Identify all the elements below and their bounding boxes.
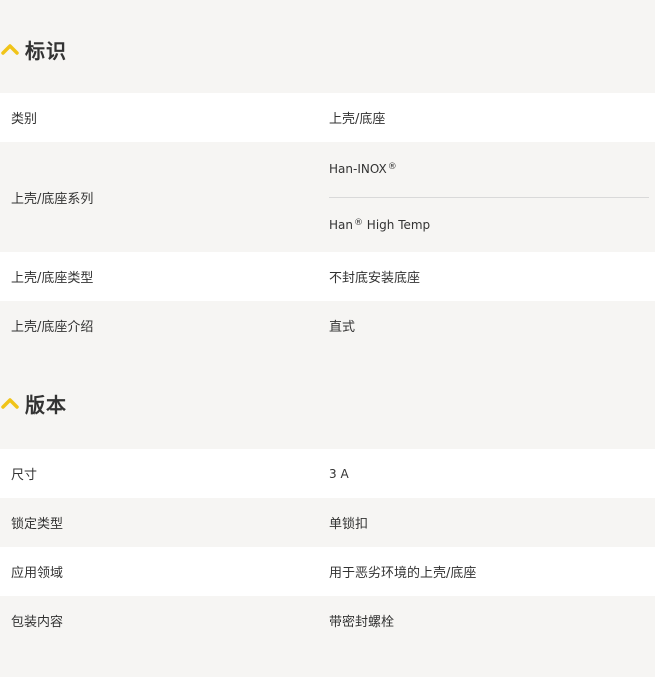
chevron-up-icon[interactable] [1, 42, 19, 56]
table-row: 应用领域 用于恶劣环境的上壳/底座 [0, 547, 655, 596]
row-value: 单锁扣 [329, 517, 369, 532]
row-label: 上壳/底座系列 [11, 191, 94, 207]
row-label: 上壳/底座介绍 [11, 320, 94, 335]
row-value: 带密封螺栓 [329, 615, 395, 630]
row-value: 3 A [329, 466, 349, 481]
row-value-list: Han-INOX ® Han ® High Temp [329, 142, 655, 252]
table-row: 尺寸 3 A [0, 449, 655, 498]
row-label: 类别 [11, 112, 38, 127]
row-label: 包装内容 [11, 615, 64, 630]
table-row: 类别 上壳/底座 [0, 93, 655, 142]
table-row: 锁定类型 单锁扣 [0, 498, 655, 547]
table-row: 上壳/底座介绍 直式 [0, 301, 655, 350]
row-value: 上壳/底座 [329, 112, 386, 127]
spec-page: 标识 类别 上壳/底座 上壳/底座系列 Han-INOX ® Han ® High … [0, 0, 655, 645]
row-label: 锁定类型 [11, 517, 64, 532]
table-row: 包装内容 带密封螺栓 [0, 596, 655, 645]
row-label: 尺寸 [11, 468, 38, 483]
section-title: 版本 [25, 392, 67, 417]
row-value: 不封底安装底座 [329, 271, 421, 286]
chevron-up-icon[interactable] [1, 396, 19, 410]
section-title: 标识 [25, 38, 67, 63]
section-header-version[interactable]: 版本 [0, 380, 655, 426]
table-row: 上壳/底座系列 Han-INOX ® Han ® High Temp [0, 142, 655, 252]
row-value: 直式 [329, 320, 356, 335]
row-label: 上壳/底座类型 [11, 271, 94, 286]
section-header-identification[interactable]: 标识 [0, 26, 655, 72]
row-label: 应用领域 [11, 566, 64, 581]
list-item: Han ® High Temp [329, 196, 649, 253]
list-item: Han-INOX ® [329, 162, 397, 177]
table-row: 上壳/底座类型 不封底安装底座 [0, 252, 655, 301]
row-value: 用于恶劣环境的上壳/底座 [329, 566, 477, 581]
